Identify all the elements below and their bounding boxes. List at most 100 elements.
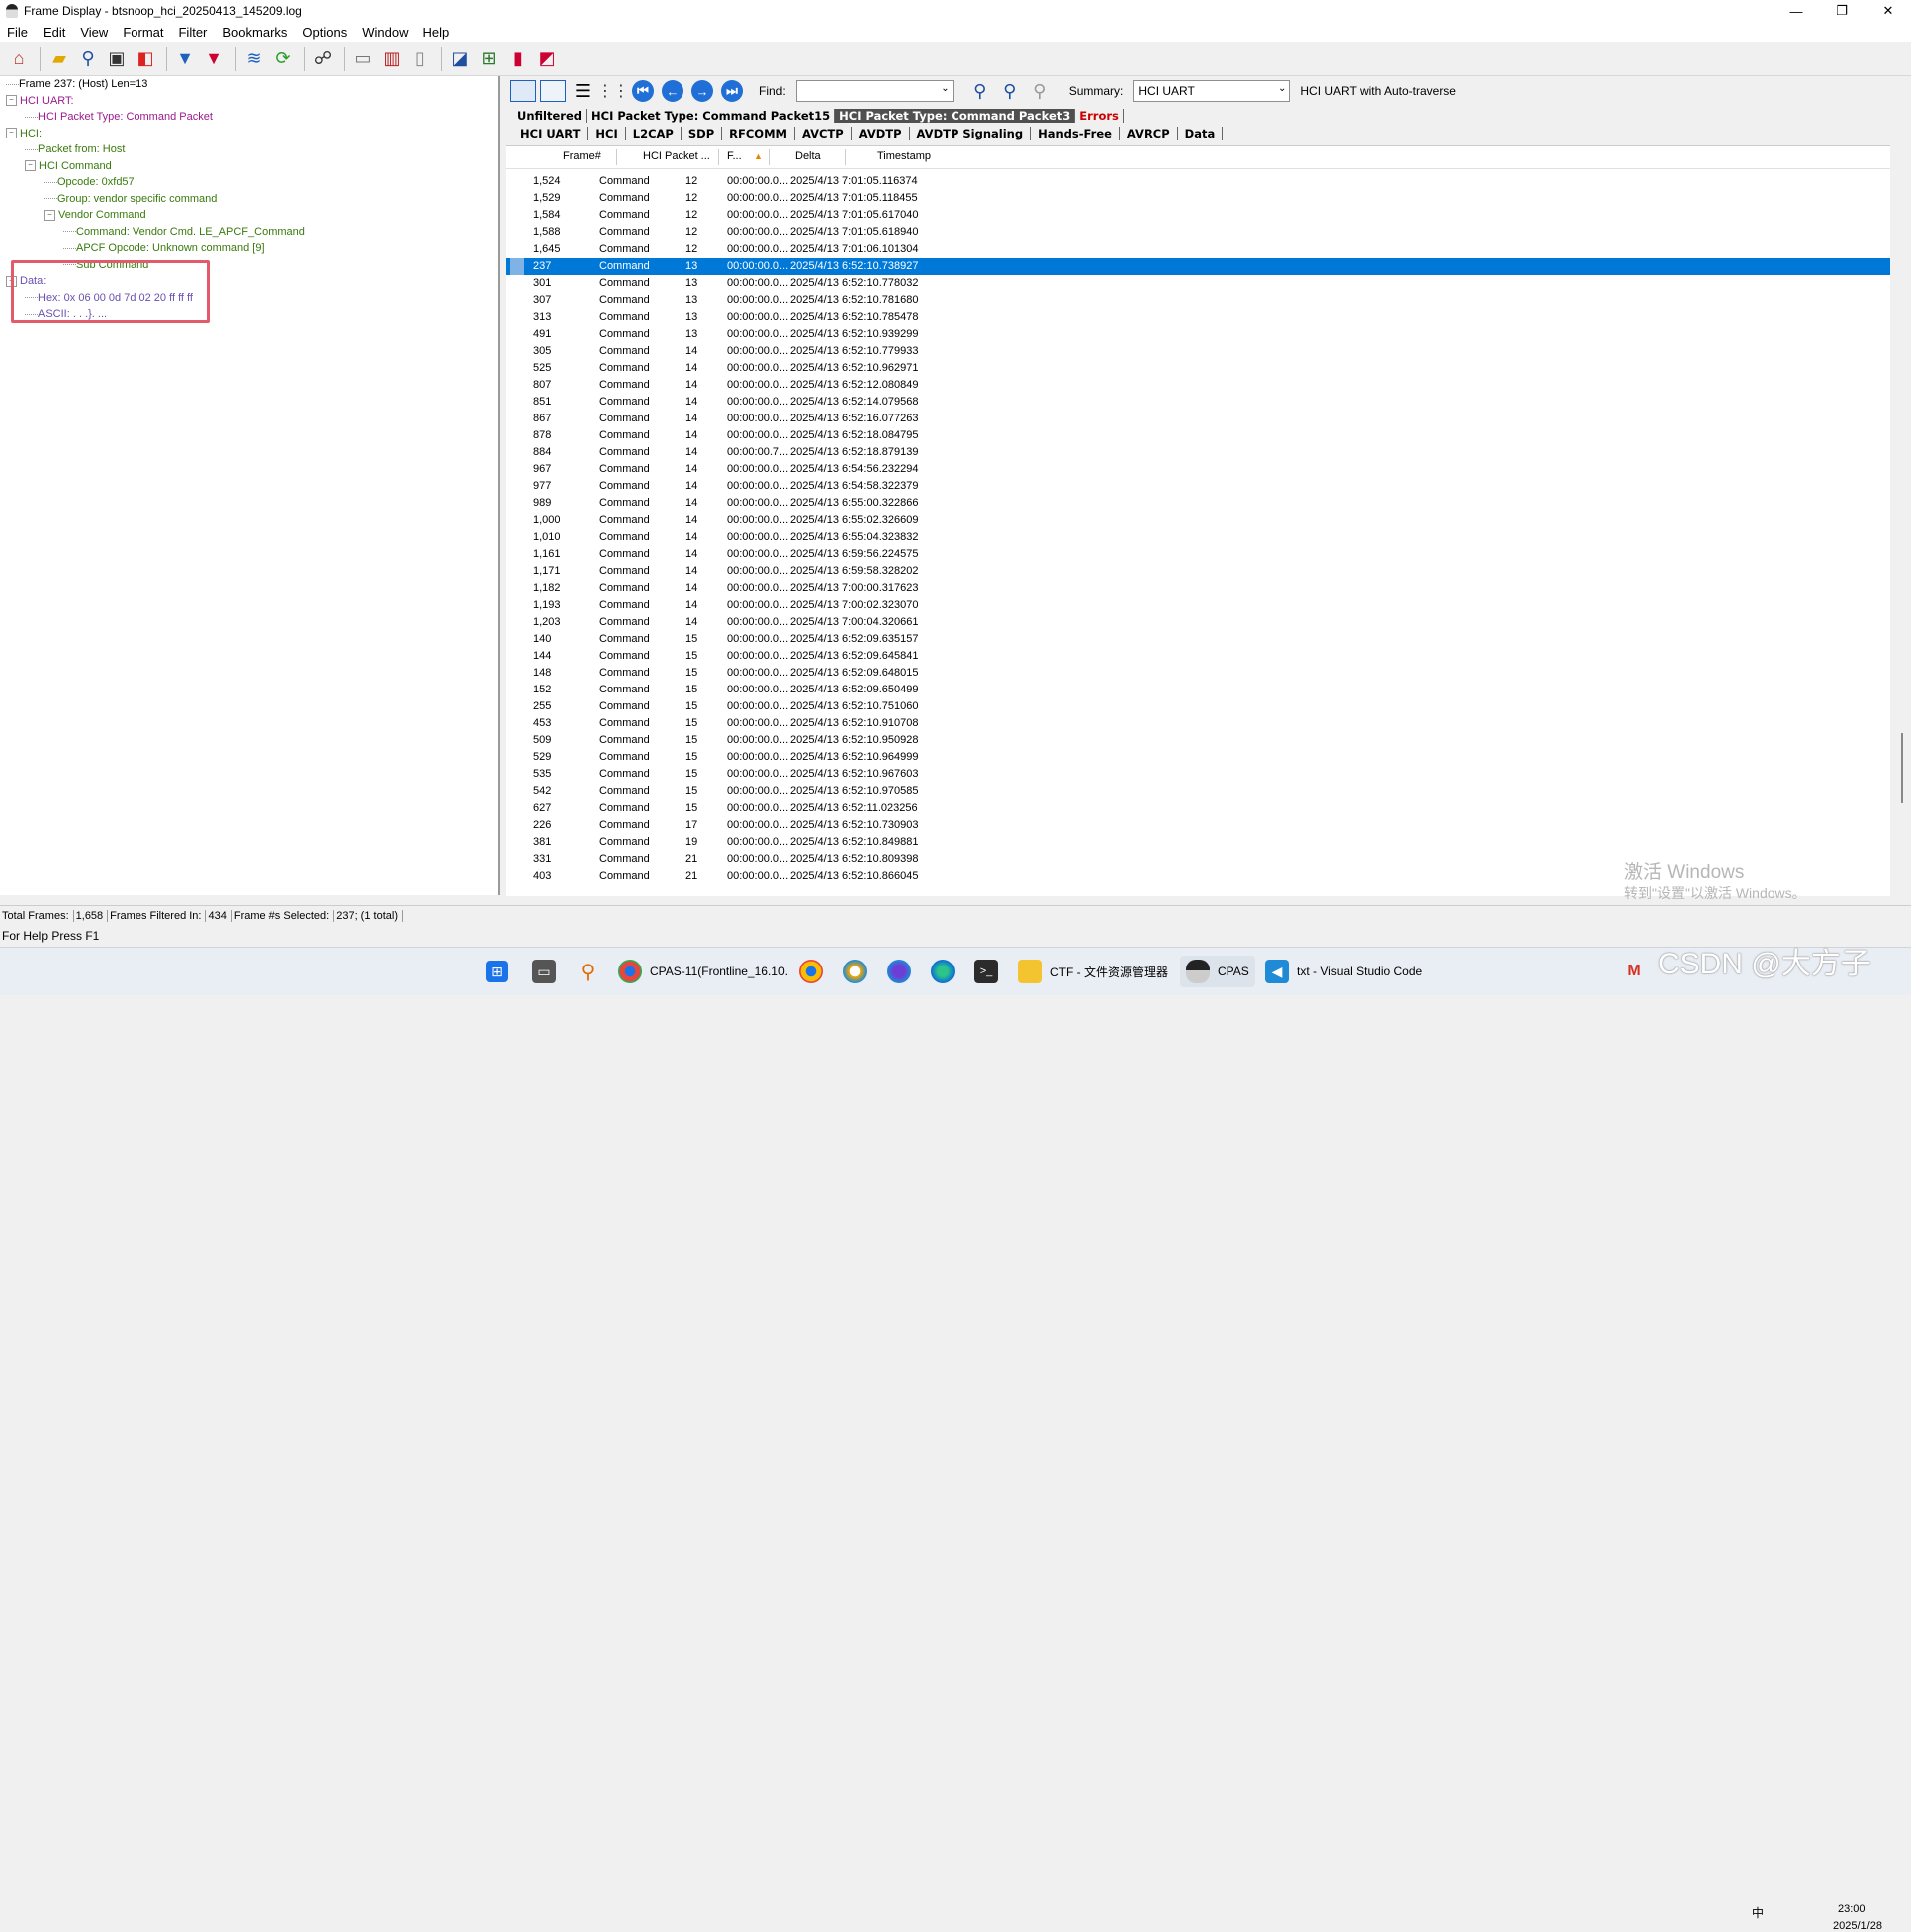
table-row[interactable]: 1,010 Command 14 00:00:00.0... 2025/4/13 6:5… — [506, 529, 1890, 546]
open-folder-icon[interactable]: ▰ — [46, 46, 72, 72]
search-next-icon[interactable]: ⚲ — [1027, 78, 1053, 104]
table-row[interactable]: 989 Command 14 00:00:00.0... 2025/4/13 6:55:… — [506, 495, 1890, 512]
tree-node[interactable]: − HCI Command — [0, 158, 305, 175]
menu-edit[interactable]: Edit — [36, 25, 73, 40]
protocol-tab[interactable]: HCI UART — [513, 126, 589, 140]
layers-icon[interactable]: ≋ — [241, 46, 267, 72]
protocol-tab[interactable]: AVRCP — [1120, 126, 1178, 140]
taskbar-chrome[interactable] — [799, 956, 831, 987]
prev-frame-icon[interactable]: ← — [660, 78, 685, 104]
protocol-tab[interactable]: HCI — [588, 126, 626, 140]
magnifier-icon[interactable]: ⚲ — [75, 46, 101, 72]
table-row[interactable]: 313 Command 13 00:00:00.0... 2025/4/13 6:52:… — [506, 309, 1890, 326]
refresh-icon[interactable]: ⟳ — [270, 46, 296, 72]
table-row[interactable]: 255 Command 15 00:00:00.0... 2025/4/13 6:52:… — [506, 698, 1890, 715]
table-row[interactable]: 305 Command 14 00:00:00.0... 2025/4/13 6:52:… — [506, 343, 1890, 360]
filter-tab[interactable]: HCI Packet Type: Command Packet15 — [587, 108, 836, 123]
table-row[interactable]: 1,584 Command 12 00:00:00.0... 2025/4/13 7:0… — [506, 207, 1890, 224]
column-divider[interactable] — [769, 149, 770, 165]
menu-file[interactable]: File — [0, 25, 36, 40]
menu-view[interactable]: View — [73, 25, 116, 40]
table-row[interactable]: 1,524 Command 12 00:00:00.0... 2025/4/13 7:0… — [506, 173, 1890, 190]
ime-indicator[interactable]: 中 — [1752, 1904, 1764, 1921]
taskbar-firefox[interactable] — [887, 956, 919, 987]
table-row[interactable]: 535 Command 15 00:00:00.0... 2025/4/13 6:52:… — [506, 766, 1890, 783]
table-row[interactable]: 542 Command 15 00:00:00.0... 2025/4/13 6:52:… — [506, 783, 1890, 800]
menu-help[interactable]: Help — [415, 25, 457, 40]
chevron-down-icon[interactable]: ⌄ — [941, 83, 949, 94]
table-row[interactable]: 491 Command 13 00:00:00.0... 2025/4/13 6:52:… — [506, 326, 1890, 343]
col-frame[interactable]: Frame# — [563, 150, 601, 162]
chart-icon[interactable]: ◪ — [447, 46, 473, 72]
table-row[interactable]: 1,588 Command 12 00:00:00.0... 2025/4/13 7:0… — [506, 224, 1890, 241]
table-row[interactable]: 851 Command 14 00:00:00.0... 2025/4/13 6:52:… — [506, 394, 1890, 411]
task-view-button[interactable]: ▭ — [532, 956, 564, 987]
table-row[interactable]: 152 Command 15 00:00:00.0... 2025/4/13 6:52:… — [506, 682, 1890, 698]
start-button[interactable]: ⊞ — [486, 956, 516, 987]
table-row[interactable]: 148 Command 15 00:00:00.0... 2025/4/13 6:52:… — [506, 665, 1890, 682]
chevron-down-icon[interactable]: ⌄ — [1278, 83, 1286, 94]
taskbar-item-explorer[interactable]: CTF - 文件资源管理器 — [1018, 956, 1168, 987]
table-row[interactable]: 1,193 Command 14 00:00:00.0... 2025/4/13 7:0… — [506, 597, 1890, 614]
table-row[interactable]: 525 Command 14 00:00:00.0... 2025/4/13 6:52:… — [506, 360, 1890, 377]
protocol-tab[interactable]: L2CAP — [626, 126, 682, 140]
protocol-tab[interactable]: SDP — [682, 126, 723, 140]
table-row[interactable]: 967 Command 14 00:00:00.0... 2025/4/13 6:54:… — [506, 461, 1890, 478]
line-chart-icon[interactable]: ◩ — [534, 46, 560, 72]
taskbar-browser[interactable] — [843, 956, 875, 987]
menu-format[interactable]: Format — [116, 25, 171, 40]
table-row[interactable]: 453 Command 15 00:00:00.0... 2025/4/13 6:52:… — [506, 715, 1890, 732]
menu-options[interactable]: Options — [295, 25, 355, 40]
table-row[interactable]: 884 Command 14 00:00:00.7... 2025/4/13 6:52:… — [506, 444, 1890, 461]
table-row[interactable]: 307 Command 13 00:00:00.0... 2025/4/13 6:52:… — [506, 292, 1890, 309]
pane-single-icon[interactable] — [540, 80, 566, 102]
search-button[interactable]: ⚲ — [576, 956, 608, 987]
filter-icon[interactable]: ▼ — [172, 46, 198, 72]
tree-node[interactable]: Command: Vendor Cmd. LE_APCF_Command — [0, 224, 305, 241]
filter-tab[interactable]: Unfiltered — [513, 108, 587, 123]
tree-node[interactable]: HCI Packet Type: Command Packet — [0, 109, 305, 126]
table-row[interactable]: 1,645 Command 12 00:00:00.0... 2025/4/13 7:0… — [506, 241, 1890, 258]
filter-tab[interactable]: HCI Packet Type: Command Packet3 — [835, 108, 1076, 123]
column-divider[interactable] — [845, 149, 846, 165]
table-row[interactable]: 807 Command 14 00:00:00.0... 2025/4/13 6:52:… — [506, 377, 1890, 394]
last-frame-icon[interactable]: ⏭ — [719, 78, 745, 104]
network-icon[interactable]: ⊞ — [476, 46, 502, 72]
table-row[interactable]: 529 Command 15 00:00:00.0... 2025/4/13 6:52:… — [506, 749, 1890, 766]
tree-node[interactable]: Opcode: 0xfd57 — [0, 174, 305, 191]
tree-node[interactable]: APCF Opcode: Unknown command [9] — [0, 240, 305, 257]
tree-node[interactable]: Packet from: Host — [0, 141, 305, 158]
columns-icon[interactable]: ⋮⋮ — [597, 78, 629, 104]
filter-tab[interactable]: Errors — [1075, 108, 1124, 123]
column-divider[interactable] — [718, 149, 719, 165]
collapse-icon[interactable]: − — [44, 209, 55, 221]
next-frame-icon[interactable]: → — [689, 78, 715, 104]
table-row[interactable]: 381 Command 19 00:00:00.0... 2025/4/13 6:52:… — [506, 834, 1890, 851]
table-row[interactable]: 1,161 Command 14 00:00:00.0... 2025/4/13 6:5… — [506, 546, 1890, 563]
protocol-tab[interactable]: RFCOMM — [722, 126, 795, 140]
scrollbar-thumb[interactable] — [1901, 733, 1903, 803]
menu-window[interactable]: Window — [355, 25, 415, 40]
list-icon[interactable]: ☰ — [570, 78, 596, 104]
protocol-tab[interactable]: Hands-Free — [1031, 126, 1120, 140]
taskbar-item-cpas[interactable]: CPAS — [1180, 956, 1255, 987]
first-frame-icon[interactable]: ⏮ — [630, 78, 656, 104]
table-row[interactable]: 1,182 Command 14 00:00:00.0... 2025/4/13 7:0… — [506, 580, 1890, 597]
table-row[interactable]: 1,529 Command 12 00:00:00.0... 2025/4/13 7:0… — [506, 190, 1890, 207]
tree-node[interactable]: Frame 237: (Host) Len=13 — [0, 76, 305, 93]
col-delta[interactable]: Delta — [795, 150, 821, 162]
collapse-icon[interactable]: − — [6, 95, 17, 107]
table-row[interactable]: 867 Command 14 00:00:00.0... 2025/4/13 6:52:… — [506, 411, 1890, 427]
menu-filter[interactable]: Filter — [171, 25, 215, 40]
search-icon[interactable]: ⚲ — [967, 78, 993, 104]
page-icon[interactable]: ▭ — [350, 46, 376, 72]
home-icon[interactable]: ⌂ — [6, 46, 32, 72]
column-divider[interactable] — [616, 149, 617, 165]
collapse-icon[interactable]: − — [25, 160, 36, 172]
tree-node[interactable]: Group: vendor specific command — [0, 191, 305, 208]
search-prev-icon[interactable]: ⚲ — [997, 78, 1023, 104]
protocol-tab[interactable]: Data — [1178, 126, 1224, 140]
taskbar-edge[interactable] — [931, 956, 962, 987]
pane-layout-icon[interactable] — [510, 80, 536, 102]
clock-time[interactable]: 23:00 — [1838, 1903, 1866, 1915]
